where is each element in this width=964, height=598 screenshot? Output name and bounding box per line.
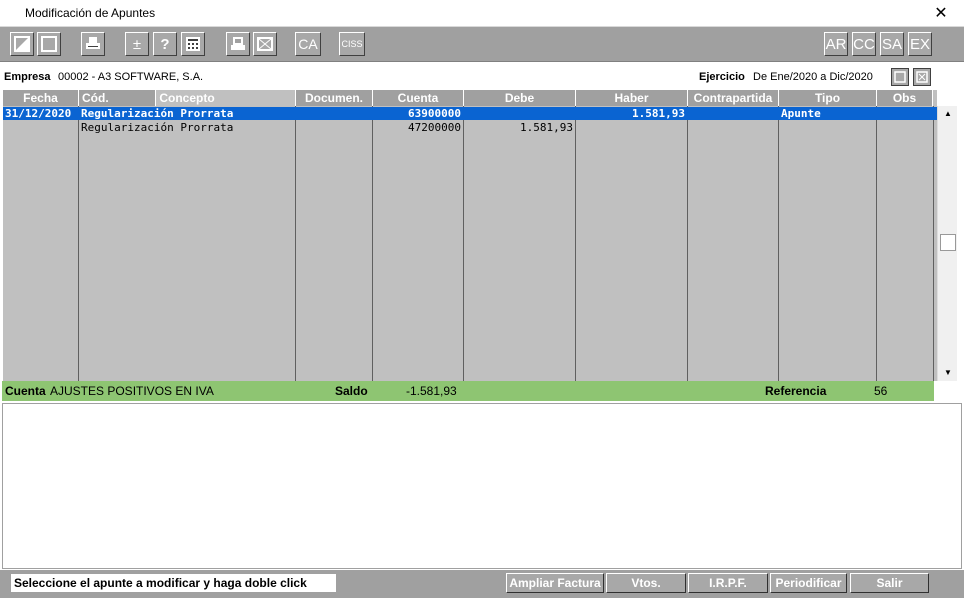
maximize-icon[interactable] [891, 68, 909, 86]
vtos-button[interactable]: Vtos. [606, 573, 686, 593]
cuenta-value: AJUSTES POSITIVOS EN IVA [50, 384, 214, 398]
empresa-label: Empresa [4, 71, 51, 83]
empresa-value: 00002 - A3 SOFTWARE, S.A. [58, 71, 204, 83]
referencia-value: 56 [874, 384, 888, 398]
header-debe[interactable]: Debe [464, 90, 576, 106]
info-row: Empresa 00002 - A3 SOFTWARE, S.A. Ejerci… [0, 63, 964, 90]
calculator-icon[interactable] [181, 32, 205, 56]
account-status-band: Cuenta AJUSTES POSITIVOS EN IVA Saldo -1… [2, 381, 934, 401]
print-document-icon[interactable] [226, 32, 250, 56]
cuenta-label: Cuenta [5, 384, 46, 398]
cc-button[interactable]: CC [852, 32, 876, 56]
ampliar-factura-button[interactable]: Ampliar Factura [506, 573, 604, 593]
plus-minus-icon[interactable]: ± [125, 32, 149, 56]
scroll-thumb[interactable] [940, 234, 956, 251]
ciss-button[interactable]: CISS [339, 32, 365, 56]
header-cuenta[interactable]: Cuenta [373, 90, 464, 106]
entries-grid: Fecha Cód. Concepto Documen. Cuenta Debe… [3, 90, 937, 381]
help-icon[interactable]: ? [153, 32, 177, 56]
col-divider [295, 106, 296, 381]
cell-cuenta: 63900000 [408, 107, 461, 120]
status-hint: Seleccione el apunte a modificar y haga … [11, 574, 336, 592]
cell-cuenta: 47200000 [408, 121, 461, 134]
col-divider [372, 106, 373, 381]
salir-button[interactable]: Salir [850, 573, 929, 593]
detail-area[interactable] [2, 403, 962, 569]
title-bar: Modificación de Apuntes ✕ [0, 0, 964, 27]
saldo-label: Saldo [335, 384, 368, 398]
col-divider [78, 106, 79, 381]
periodificar-button[interactable]: Periodificar [770, 573, 847, 593]
printer-icon[interactable] [81, 32, 105, 56]
col-divider [876, 106, 877, 381]
bottom-bar: Seleccione el apunte a modificar y haga … [0, 570, 964, 598]
scroll-down-icon[interactable]: ▼ [941, 366, 955, 380]
header-haber[interactable]: Haber [576, 90, 688, 106]
col-divider [778, 106, 779, 381]
scroll-up-icon[interactable]: ▲ [941, 107, 955, 121]
saldo-value: -1.581,93 [406, 384, 457, 398]
cell-haber: 1.581,93 [632, 107, 685, 120]
ex-button[interactable]: EX [908, 32, 932, 56]
close-icon[interactable]: ✕ [918, 0, 964, 27]
header-fecha[interactable]: Fecha [3, 90, 79, 106]
vertical-scrollbar[interactable]: ▲ ▼ [937, 106, 957, 381]
table-row[interactable]: Regularización Prorrata 47200000 1.581,9… [3, 121, 937, 134]
close-box-icon[interactable] [913, 68, 931, 86]
table-row-selected[interactable]: 31/12/2020 Regularización Prorrata 63900… [3, 107, 937, 120]
square-icon[interactable] [37, 32, 61, 56]
ejercicio-value: De Ene/2020 a Dic/2020 [753, 71, 873, 83]
col-divider [933, 106, 934, 381]
col-divider [687, 106, 688, 381]
cell-concepto: Regularización Prorrata [81, 121, 234, 134]
cell-tipo: Apunte [781, 107, 821, 120]
cell-debe: 1.581,93 [520, 121, 573, 134]
header-contrapartida[interactable]: Contrapartida [688, 90, 779, 106]
image-document-icon[interactable] [253, 32, 277, 56]
ejercicio-label: Ejercicio [699, 71, 745, 83]
header-documento[interactable]: Documen. [296, 90, 373, 106]
half-square-icon[interactable] [10, 32, 34, 56]
ar-button[interactable]: AR [824, 32, 848, 56]
toolbar: ± ? CA CISS AR CC SA EX [0, 27, 964, 62]
referencia-label: Referencia [765, 384, 827, 398]
irpf-button[interactable]: I.R.P.F. [688, 573, 768, 593]
sa-button[interactable]: SA [880, 32, 904, 56]
cell-concepto: Regularización Prorrata [81, 107, 234, 120]
col-divider [575, 106, 576, 381]
header-concepto[interactable]: Concepto [79, 90, 296, 106]
window-title: Modificación de Apuntes [25, 6, 156, 20]
ca-button[interactable]: CA [295, 32, 321, 56]
col-divider [463, 106, 464, 381]
cell-fecha: 31/12/2020 [5, 107, 72, 120]
header-obs[interactable]: Obs [877, 90, 933, 106]
header-tipo[interactable]: Tipo [779, 90, 877, 106]
header-concepto-label: Concepto [159, 91, 215, 105]
